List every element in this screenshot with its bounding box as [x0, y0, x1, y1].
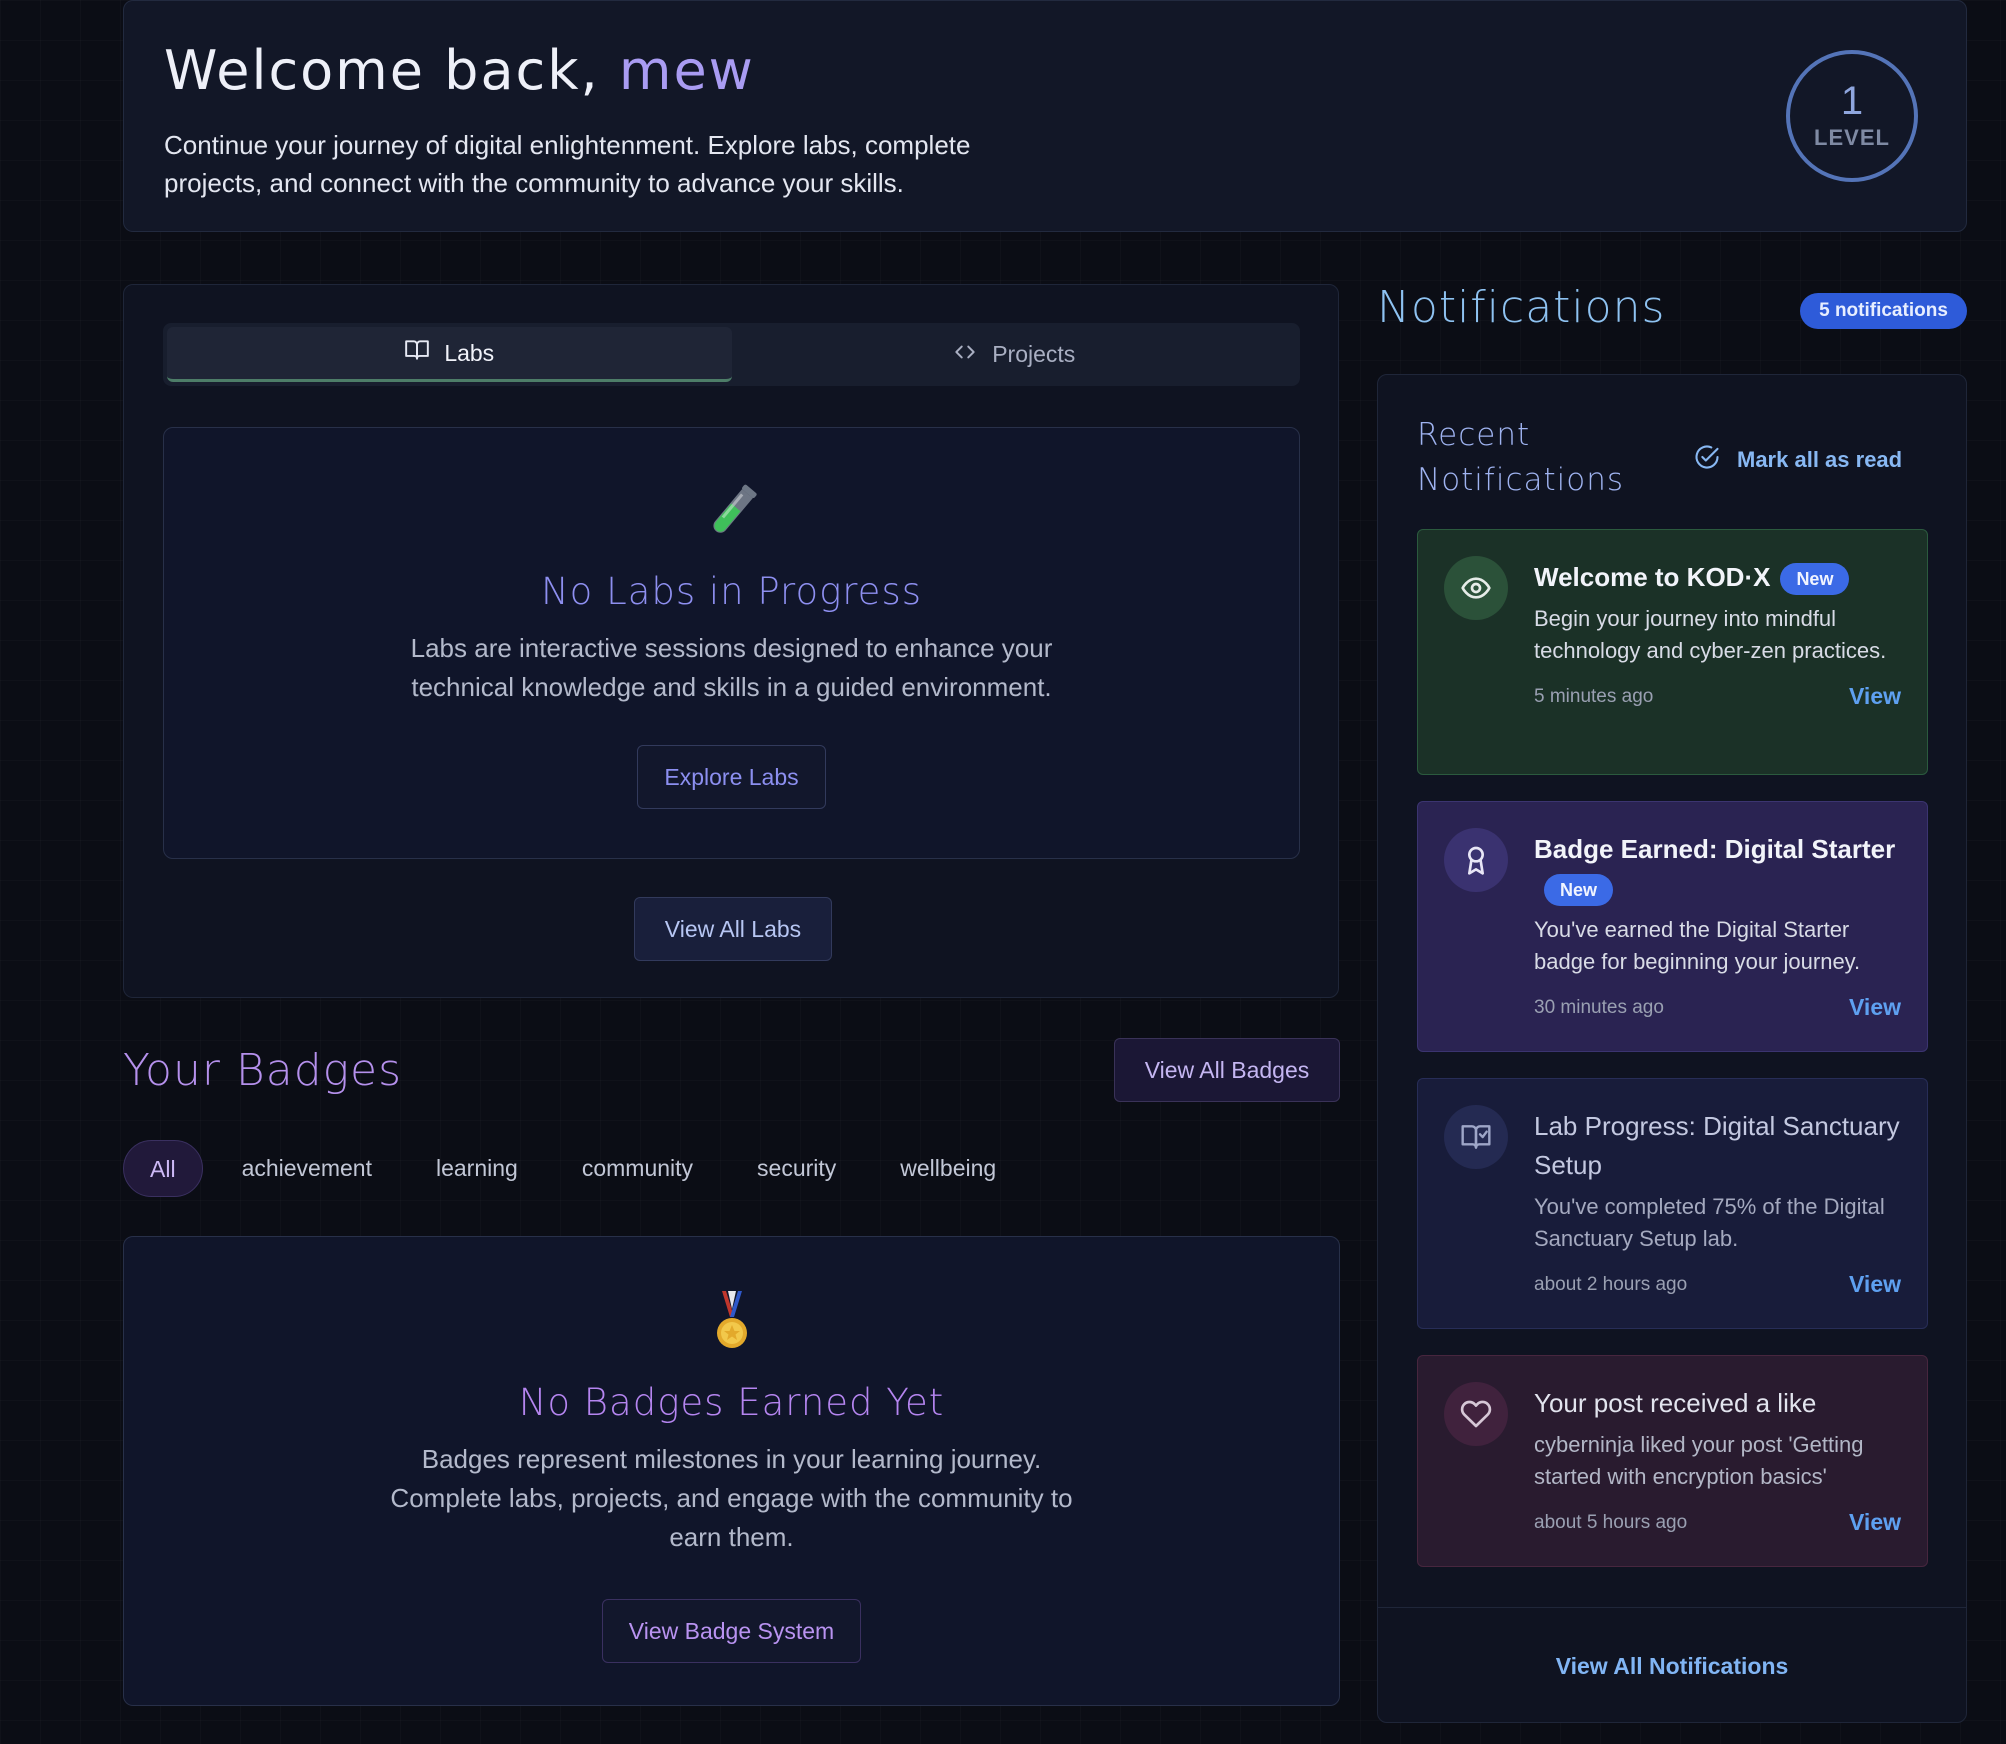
badges-empty-description: Badges represent milestones in your lear… [390, 1444, 1073, 1552]
labs-empty-title: No Labs in Progress [541, 570, 922, 613]
tab-projects-label: Projects [992, 341, 1076, 367]
welcome-greeting: Welcome back, [164, 39, 619, 102]
labs-empty-state: No Labs in Progress Labs are interactive… [163, 427, 1300, 859]
notifications-panel: Recent Notifications Mark all as read We… [1377, 374, 1967, 1723]
notification-title-text: Badge Earned: Digital Starter [1534, 834, 1896, 864]
welcome-card: Welcome back, mew Continue your journey … [123, 0, 1967, 232]
view-all-badges-button[interactable]: View All Badges [1114, 1038, 1340, 1102]
tab-bar: Labs Projects [163, 323, 1300, 386]
filter-learning[interactable]: learning [411, 1140, 543, 1197]
new-badge: New [1544, 874, 1614, 907]
medal-icon [124, 1289, 1339, 1353]
notification-time: 30 minutes ago [1534, 996, 1664, 1018]
notification-body: Begin your journey into mindful technolo… [1534, 606, 1887, 663]
level-label: LEVEL [1814, 125, 1890, 150]
eye-icon [1444, 556, 1508, 620]
notification-title: Badge Earned: Digital Starter New [1534, 830, 1901, 908]
filter-achievement[interactable]: achievement [217, 1140, 397, 1197]
divider [1378, 1607, 1966, 1608]
code-icon [952, 339, 978, 371]
notification-body: You've earned the Digital Starter badge … [1534, 917, 1861, 974]
notification-view-link[interactable]: View [1849, 1271, 1901, 1298]
tab-labs-label: Labs [444, 339, 495, 366]
badges-empty-state: No Badges Earned Yet Badges represent mi… [123, 1236, 1340, 1706]
notification-view-link[interactable]: View [1849, 994, 1901, 1021]
check-circle-icon [1693, 443, 1721, 477]
welcome-subtitle: Continue your journey of digital enlight… [164, 130, 971, 198]
new-badge: New [1780, 563, 1850, 596]
filter-community[interactable]: community [557, 1140, 718, 1197]
notification-title: Your post received a like [1534, 1388, 1817, 1418]
welcome-username: mew [618, 39, 755, 102]
book-icon [1444, 1105, 1508, 1169]
badges-title: Your Badges [123, 1045, 403, 1096]
badges-empty-title: No Badges Earned Yet [518, 1381, 945, 1424]
notification-title-text: Welcome to KOD·X [1534, 562, 1771, 592]
notification-title: Lab Progress: Digital Sanctuary Setup [1534, 1111, 1900, 1180]
notification-view-link[interactable]: View [1849, 683, 1901, 710]
notification-time: about 5 hours ago [1534, 1511, 1688, 1533]
notifications-count-badge: 5 notifications [1800, 293, 1967, 329]
level-value: 1 [1840, 79, 1864, 123]
notification-time: about 2 hours ago [1534, 1273, 1688, 1295]
notification-time: 5 minutes ago [1534, 685, 1654, 707]
tab-labs[interactable]: Labs [167, 327, 732, 382]
test-tube-icon [164, 480, 1299, 544]
mark-all-read-label: Mark all as read [1737, 447, 1903, 472]
notification-item[interactable]: Badge Earned: Digital Starter New You've … [1417, 801, 1928, 1052]
filter-wellbeing[interactable]: wellbeing [875, 1140, 1021, 1197]
badge-filter-bar: All achievement learning community secur… [123, 1140, 1035, 1197]
level-indicator: 1 LEVEL [1786, 50, 1918, 182]
award-icon [1444, 828, 1508, 892]
notification-title: Welcome to KOD·X New [1534, 558, 1901, 597]
view-badge-system-button[interactable]: View Badge System [601, 1599, 862, 1663]
notification-body: cyberninja liked your post 'Getting star… [1534, 1432, 1864, 1489]
view-all-labs-button[interactable]: View All Labs [634, 897, 832, 961]
tab-projects[interactable]: Projects [732, 327, 1297, 382]
notification-item[interactable]: Lab Progress: Digital Sanctuary Setup Yo… [1417, 1078, 1928, 1329]
filter-all[interactable]: All [123, 1140, 203, 1197]
filter-security[interactable]: security [732, 1140, 861, 1197]
notification-view-link[interactable]: View [1849, 1509, 1901, 1536]
welcome-heading: Welcome back, mew [164, 39, 1926, 102]
notification-body: You've completed 75% of the Digital Sanc… [1534, 1194, 1885, 1251]
notifications-title: Notifications [1377, 282, 1666, 333]
view-all-notifications-link[interactable]: View All Notifications [1378, 1653, 1966, 1680]
book-icon [404, 337, 430, 369]
labs-projects-panel: Labs Projects No Labs in Progress Labs a… [123, 284, 1339, 998]
notification-item[interactable]: Welcome to KOD·X New Begin your journey i… [1417, 529, 1928, 775]
labs-empty-description: Labs are interactive sessions designed t… [410, 633, 1053, 702]
heart-icon [1444, 1382, 1508, 1446]
notification-item[interactable]: Your post received a like cyberninja lik… [1417, 1355, 1928, 1567]
mark-all-read-button[interactable]: Mark all as read [1693, 443, 1902, 477]
explore-labs-button[interactable]: Explore Labs [637, 745, 826, 809]
recent-notifications-title: Recent Notifications [1417, 417, 1625, 498]
